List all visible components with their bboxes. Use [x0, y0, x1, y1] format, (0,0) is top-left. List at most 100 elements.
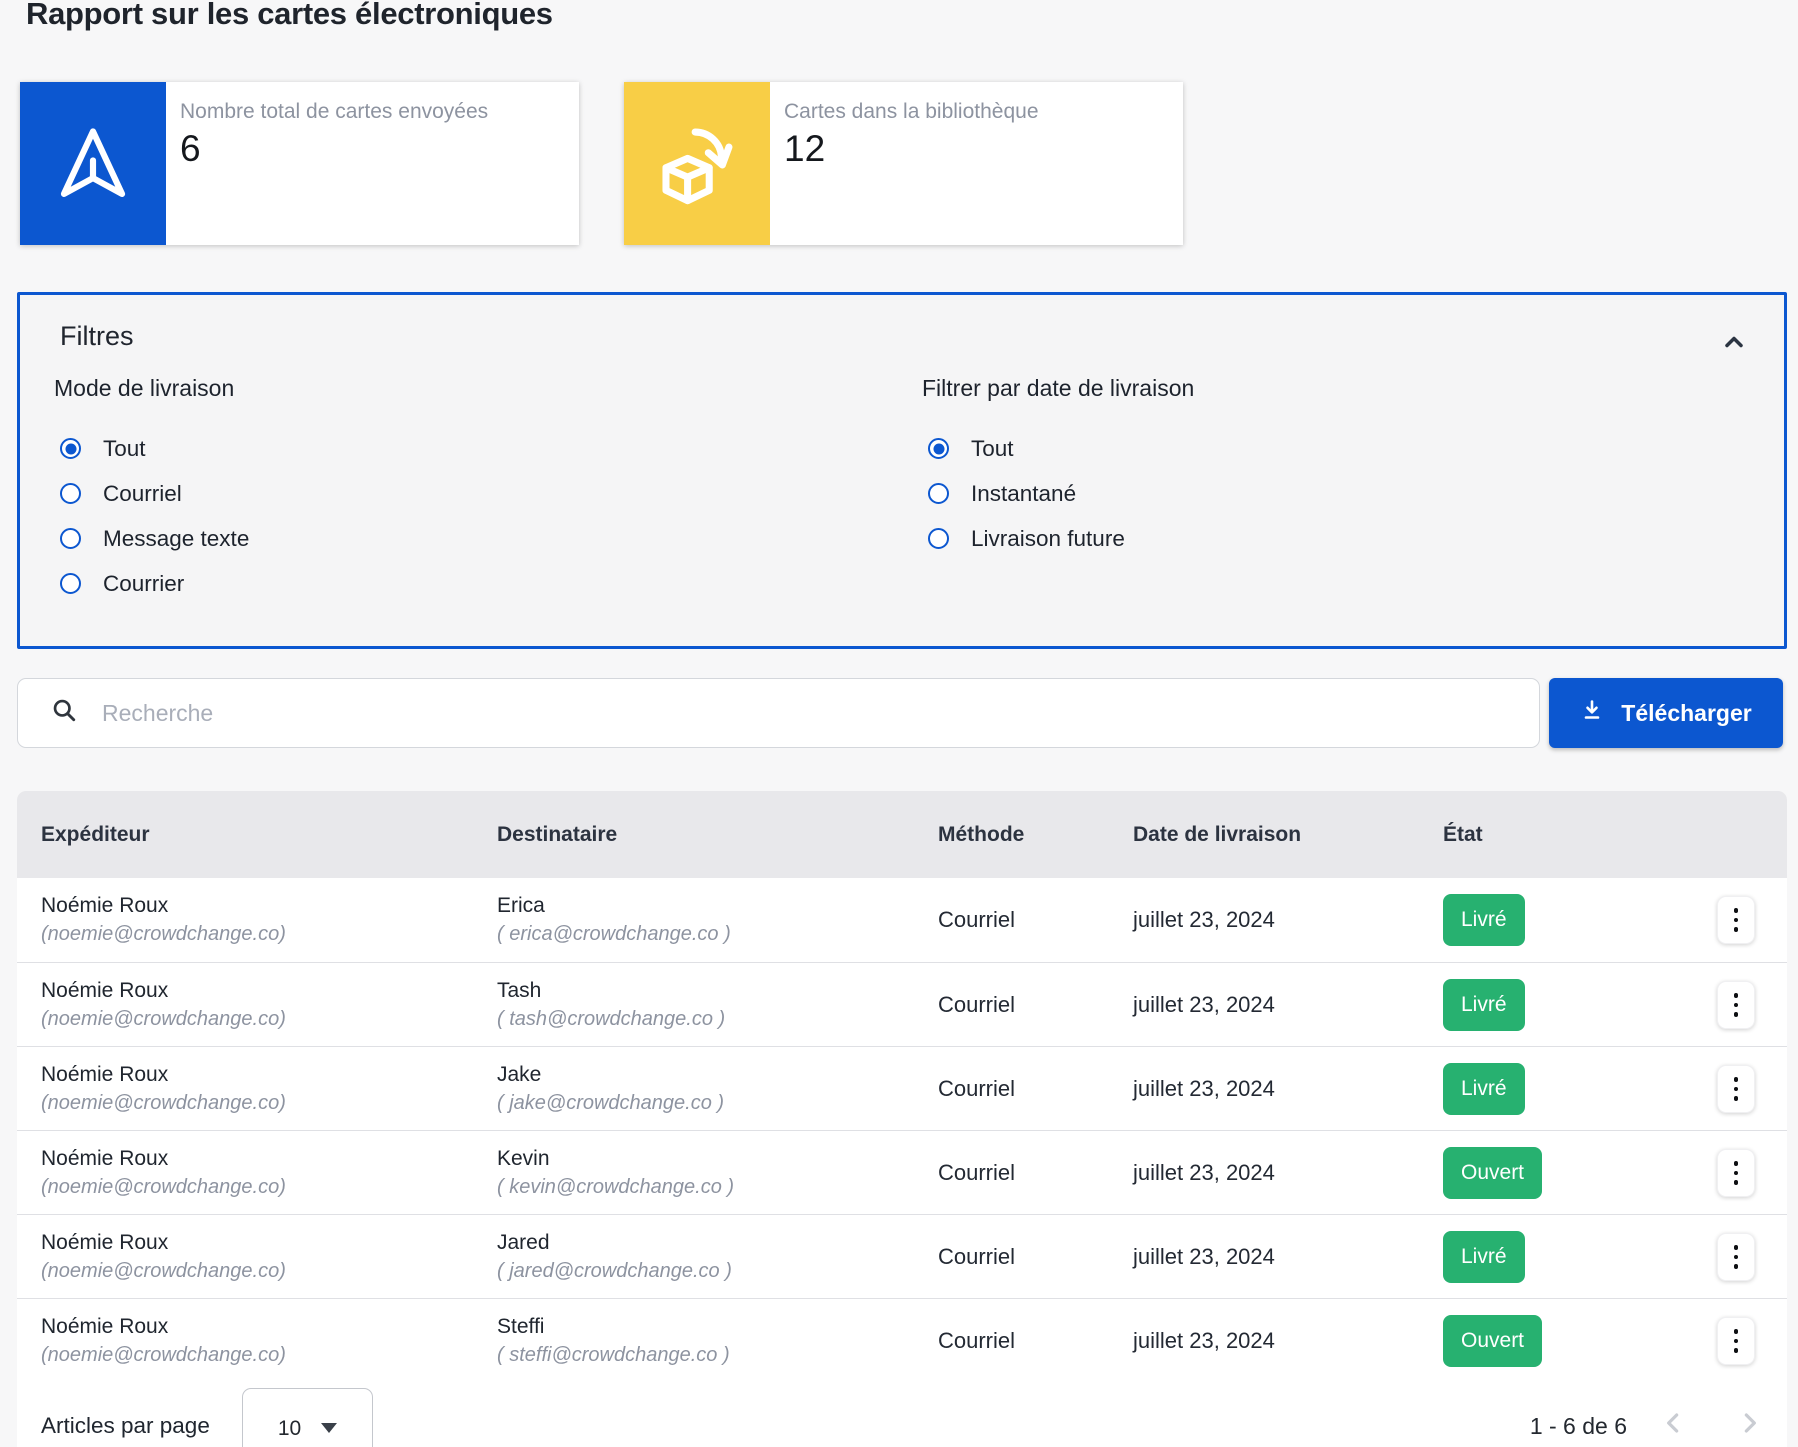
chevron-right-icon — [1733, 1407, 1765, 1442]
items-per-page-select[interactable]: 10 — [242, 1388, 373, 1447]
radio-unselected-icon — [928, 483, 949, 504]
radio-option-label: Instantané — [971, 481, 1076, 507]
filter-group-label: Filtrer par date de livraison — [922, 375, 1194, 402]
radio-option[interactable]: Courriel — [60, 471, 249, 516]
pagination-range: 1 - 6 de 6 — [1530, 1413, 1627, 1440]
stat-card-total-sent: Nombre total de cartes envoyées 6 — [20, 82, 579, 245]
stat-card-text: Cartes dans la bibliothèque 12 — [770, 82, 1039, 245]
radio-selected-icon — [928, 438, 949, 459]
radio-option-label: Message texte — [103, 526, 249, 552]
recipient-name: Jake — [497, 1063, 724, 1087]
sender-name: Noémie Roux — [41, 979, 286, 1003]
sender-name: Noémie Roux — [41, 1231, 286, 1255]
status-badge: Ouvert — [1443, 1147, 1542, 1199]
sender-cell: Noémie Roux (noemie@crowdchange.co) — [41, 1315, 286, 1367]
search-box — [17, 678, 1540, 748]
table-row: Noémie Roux (noemie@crowdchange.co) Stef… — [17, 1298, 1787, 1382]
box-library-icon — [624, 82, 770, 245]
row-actions-button[interactable] — [1717, 1233, 1755, 1281]
recipient-cell: Steffi ( steffi@crowdchange.co ) — [497, 1315, 730, 1367]
sender-cell: Noémie Roux (noemie@crowdchange.co) — [41, 894, 286, 946]
radio-unselected-icon — [60, 528, 81, 549]
radio-unselected-icon — [928, 528, 949, 549]
previous-page-button[interactable] — [1654, 1404, 1694, 1444]
download-button[interactable]: Télécharger — [1549, 678, 1783, 748]
sender-name: Noémie Roux — [41, 894, 286, 918]
table-row: Noémie Roux (noemie@crowdchange.co) Eric… — [17, 878, 1787, 962]
page-title: Rapport sur les cartes électroniques — [26, 0, 553, 32]
pagination-bar: Articles par page 10 1 - 6 de 6 — [17, 1382, 1787, 1447]
caret-down-icon — [321, 1423, 337, 1433]
sender-email: (noemie@crowdchange.co) — [41, 1176, 286, 1199]
row-actions-button[interactable] — [1717, 981, 1755, 1029]
ecard-report-page: Rapport sur les cartes électroniques Nom… — [0, 0, 1798, 1447]
radio-option-label: Livraison future — [971, 526, 1125, 552]
recipient-name: Kevin — [497, 1147, 734, 1171]
method-cell: Courriel — [938, 992, 1015, 1018]
chevron-up-icon — [1720, 328, 1748, 359]
table-row: Noémie Roux (noemie@crowdchange.co) Kevi… — [17, 1130, 1787, 1214]
delivery-date-cell: juillet 23, 2024 — [1133, 907, 1275, 933]
items-per-page-label: Articles par page — [41, 1413, 210, 1439]
radio-option-label: Courrier — [103, 571, 184, 597]
recipient-cell: Jared ( jared@crowdchange.co ) — [497, 1231, 732, 1283]
delivery-date-cell: juillet 23, 2024 — [1133, 1076, 1275, 1102]
sender-email: (noemie@crowdchange.co) — [41, 1008, 286, 1031]
stat-value: 12 — [784, 128, 1039, 170]
recipient-name: Steffi — [497, 1315, 730, 1339]
stat-value: 6 — [180, 128, 488, 170]
radio-option-label: Tout — [971, 436, 1014, 462]
method-cell: Courriel — [938, 1244, 1015, 1270]
sender-email: (noemie@crowdchange.co) — [41, 1260, 286, 1283]
delivery-date-cell: juillet 23, 2024 — [1133, 1244, 1275, 1270]
method-cell: Courriel — [938, 1328, 1015, 1354]
items-per-page-value: 10 — [278, 1417, 301, 1441]
recipient-email: ( jared@crowdchange.co ) — [497, 1260, 732, 1283]
radio-option[interactable]: Courrier — [60, 561, 249, 606]
method-cell: Courriel — [938, 1160, 1015, 1186]
radio-option[interactable]: Livraison future — [928, 516, 1194, 561]
next-page-button[interactable] — [1729, 1404, 1769, 1444]
row-actions-button[interactable] — [1717, 896, 1755, 944]
recipient-email: ( jake@crowdchange.co ) — [497, 1092, 724, 1115]
radio-unselected-icon — [60, 573, 81, 594]
status-badge: Livré — [1443, 1063, 1525, 1115]
status-badge: Livré — [1443, 1231, 1525, 1283]
collapse-filters-button[interactable] — [1714, 323, 1754, 363]
recipient-email: ( erica@crowdchange.co ) — [497, 923, 731, 946]
sender-email: (noemie@crowdchange.co) — [41, 923, 286, 946]
recipient-email: ( kevin@crowdchange.co ) — [497, 1176, 734, 1199]
radio-option[interactable]: Tout — [60, 426, 249, 471]
radio-option[interactable]: Message texte — [60, 516, 249, 561]
radio-unselected-icon — [60, 483, 81, 504]
radio-selected-icon — [60, 438, 81, 459]
radio-option[interactable]: Instantané — [928, 471, 1194, 516]
radio-option[interactable]: Tout — [928, 426, 1194, 471]
column-header-delivery-date: Date de livraison — [1133, 823, 1301, 847]
column-header-sender: Expéditeur — [41, 823, 150, 847]
search-icon — [51, 697, 78, 729]
row-actions-button[interactable] — [1717, 1149, 1755, 1197]
recipient-cell: Erica ( erica@crowdchange.co ) — [497, 894, 731, 946]
stat-card-library: Cartes dans la bibliothèque 12 — [624, 82, 1183, 245]
sender-name: Noémie Roux — [41, 1315, 286, 1339]
radio-group-delivery-mode: Tout Courriel Message texte Courrier — [60, 426, 249, 606]
ecards-table: Expéditeur Destinataire Méthode Date de … — [17, 791, 1787, 1447]
stat-label: Cartes dans la bibliothèque — [784, 100, 1039, 124]
table-row: Noémie Roux (noemie@crowdchange.co) Jare… — [17, 1214, 1787, 1298]
chevron-left-icon — [1658, 1407, 1690, 1442]
sender-name: Noémie Roux — [41, 1147, 286, 1171]
column-header-recipient: Destinataire — [497, 823, 617, 847]
column-header-method: Méthode — [938, 823, 1024, 847]
table-row: Noémie Roux (noemie@crowdchange.co) Tash… — [17, 962, 1787, 1046]
row-actions-button[interactable] — [1717, 1317, 1755, 1365]
filter-group-label: Mode de livraison — [54, 375, 249, 402]
sender-name: Noémie Roux — [41, 1063, 286, 1087]
column-header-status: État — [1443, 823, 1483, 847]
status-badge: Ouvert — [1443, 1315, 1542, 1367]
sender-cell: Noémie Roux (noemie@crowdchange.co) — [41, 1231, 286, 1283]
search-input[interactable] — [102, 679, 1539, 747]
sender-cell: Noémie Roux (noemie@crowdchange.co) — [41, 1147, 286, 1199]
radio-option-label: Tout — [103, 436, 146, 462]
row-actions-button[interactable] — [1717, 1065, 1755, 1113]
